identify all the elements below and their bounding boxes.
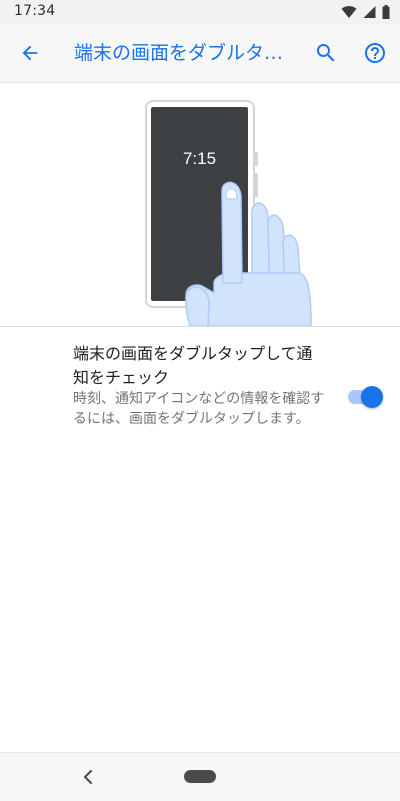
fingernail: [225, 188, 238, 200]
phone-hand-illustration: 7:15: [145, 100, 312, 327]
app-bar: 端末の画面をダブルタップして通知をチェック: [0, 24, 400, 83]
status-icons: [341, 4, 390, 20]
wifi-icon: [341, 6, 357, 18]
nav-back-icon: [84, 770, 92, 784]
nav-back-button[interactable]: [76, 765, 100, 789]
double-tap-setting-row[interactable]: 端末の画面をダブルタップして通知をチェック 時刻、通知アイコンなどの情報を確認す…: [0, 336, 400, 456]
status-time: 17:34: [14, 3, 56, 19]
status-bar: 17:34: [0, 0, 400, 24]
help-circle-icon: [365, 43, 385, 63]
search-icon: [317, 44, 335, 62]
battery-icon: [382, 5, 390, 19]
toggle-thumb: [361, 386, 383, 408]
home-pill-icon[interactable]: [184, 770, 216, 783]
help-button[interactable]: [355, 33, 395, 73]
search-button[interactable]: [306, 33, 346, 73]
page-title: 端末の画面をダブルタップして通知をチェック: [74, 42, 296, 64]
setting-title: 端末の画面をダブルタップして通知をチェック: [73, 344, 313, 387]
phone-side-button: [254, 152, 258, 166]
section-divider: [0, 326, 400, 327]
setting-summary: 時刻、通知アイコンなどの情報を確認するには、画面をダブルタップします。: [73, 391, 325, 427]
cellular-signal-icon: [363, 6, 376, 18]
double-tap-toggle[interactable]: [345, 386, 383, 408]
phone-side-button: [254, 173, 258, 197]
double-tap-illustration: 7:15: [0, 83, 400, 327]
arrow-back-icon: [22, 45, 38, 61]
back-button[interactable]: [10, 33, 50, 73]
system-nav-bar: [0, 752, 400, 801]
phone-clock-text: 7:15: [183, 149, 216, 168]
